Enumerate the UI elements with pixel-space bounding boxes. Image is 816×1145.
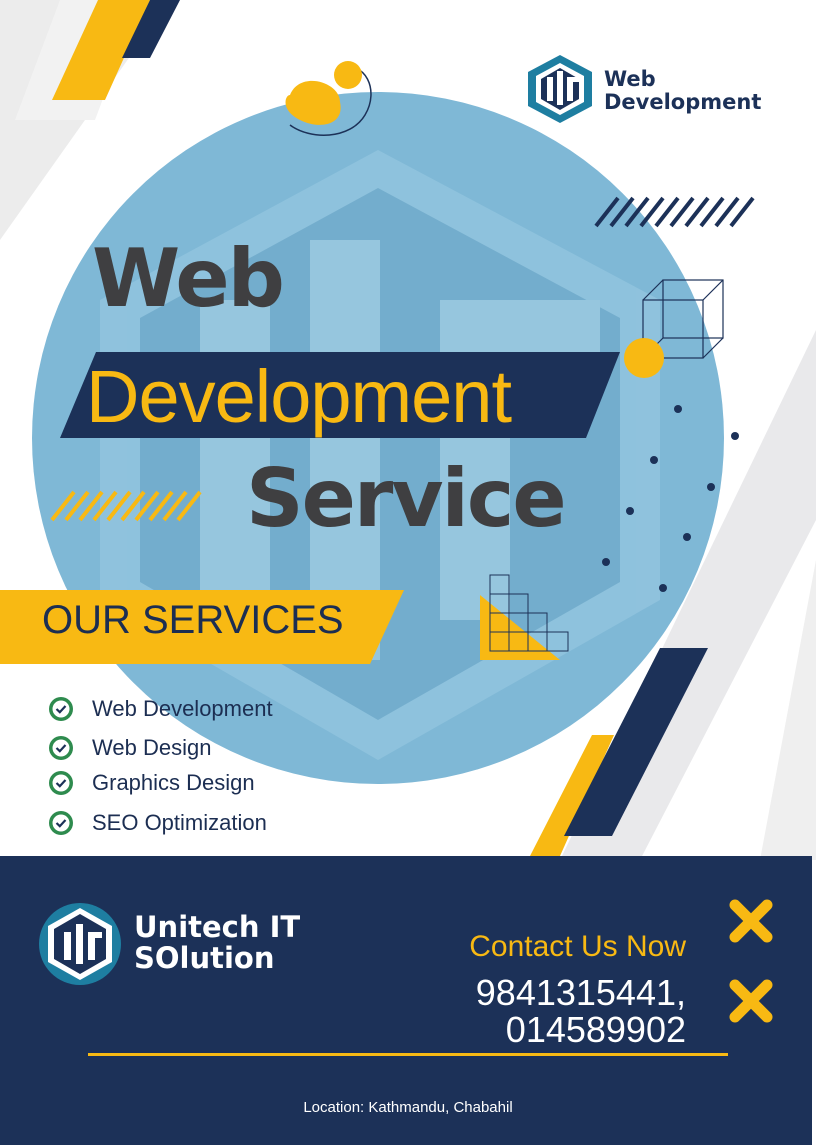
service-item: Web Design: [48, 733, 211, 763]
headline-web: Web: [92, 232, 285, 325]
headline-service: Service: [246, 452, 567, 545]
phone-number-1[interactable]: 9841315441,: [476, 974, 686, 1012]
check-circle-icon: [49, 697, 73, 721]
service-label: Web Design: [92, 735, 212, 760]
service-label: Web Development: [92, 696, 273, 721]
top-logo-line1: Web: [604, 67, 656, 91]
brand-line2: SOlution: [134, 941, 275, 975]
location-text: Location: Kathmandu, Chabahil: [303, 1099, 513, 1116]
hexagon-ut-logo-top: [528, 55, 592, 123]
close-x-icon: [729, 899, 773, 943]
top-logo-line2: Development: [604, 90, 762, 114]
service-label: Graphics Design: [92, 770, 255, 795]
hexagon-ut-logo-footer: [39, 903, 121, 985]
check-circle-icon: [49, 811, 73, 835]
footer-divider: [88, 1053, 728, 1056]
service-item: Web Development: [48, 694, 273, 724]
contact-title: Contact Us Now: [469, 930, 686, 963]
phone-number-2[interactable]: 014589902: [506, 1011, 686, 1049]
yellow-dot: [624, 338, 664, 378]
check-circle-icon: [49, 771, 73, 795]
service-item: Graphics Design: [48, 768, 255, 798]
brand-line1: Unitech IT: [134, 910, 301, 944]
headline-development: Development: [86, 355, 512, 438]
our-services-title: OUR SERVICES: [42, 598, 344, 642]
brand-name: Unitech IT SOlution: [134, 912, 300, 974]
top-logo-text: Web Development: [604, 68, 761, 114]
service-item: SEO Optimization: [48, 808, 267, 838]
close-x-icon: [729, 979, 773, 1023]
check-circle-icon: [49, 736, 73, 760]
service-label: SEO Optimization: [92, 810, 267, 835]
